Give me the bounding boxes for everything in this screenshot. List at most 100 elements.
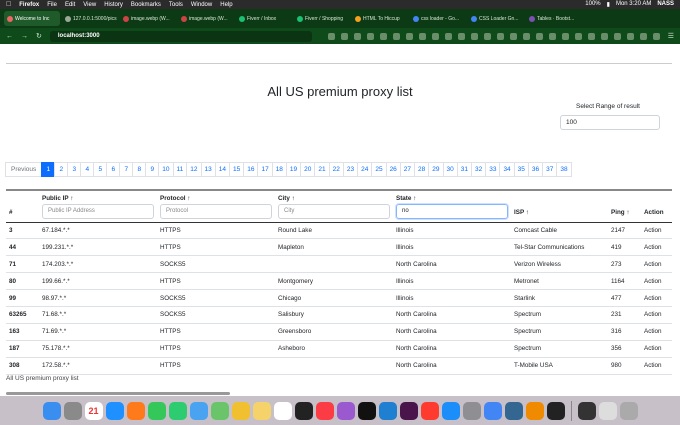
pagination-page[interactable]: 23 xyxy=(342,162,359,177)
mail-icon[interactable] xyxy=(189,401,208,420)
notes-icon[interactable] xyxy=(252,401,271,420)
menu-view[interactable]: View xyxy=(83,2,96,8)
terminal-icon[interactable] xyxy=(546,401,565,420)
col-city[interactable]: City ↑ City xyxy=(275,192,393,223)
pagination-page[interactable]: 19 xyxy=(285,162,302,177)
menu-edit[interactable]: Edit xyxy=(65,2,75,8)
cell-action[interactable]: Action xyxy=(641,255,672,274)
calendar-icon[interactable]: 21 xyxy=(84,401,103,420)
col-state[interactable]: State ↑ no xyxy=(393,192,511,223)
podcasts-icon[interactable] xyxy=(336,401,355,420)
cell-action[interactable]: Action xyxy=(641,272,672,291)
reminders-icon[interactable] xyxy=(273,401,292,420)
menu-firefox[interactable]: Firefox xyxy=(19,2,39,8)
cell-action[interactable]: Action xyxy=(641,289,672,307)
url-bar[interactable]: localhost:3000 xyxy=(49,30,312,42)
extension-icon[interactable] xyxy=(496,32,504,40)
browser-tab[interactable]: 127.0.0.1:5000/pics xyxy=(62,11,118,26)
pagination-page[interactable]: 36 xyxy=(527,162,544,177)
protocol-filter-input[interactable]: Protocol xyxy=(160,203,272,219)
pagination-page[interactable]: 3 xyxy=(67,162,82,177)
extension-icon[interactable] xyxy=(639,32,647,40)
browser-tab[interactable]: CSS Loader Gn... xyxy=(468,11,524,26)
vscode-icon[interactable] xyxy=(378,401,397,420)
browser-tab[interactable]: Fiverr / Inbox xyxy=(236,11,292,26)
table-row[interactable]: 163 71.69.*.* HTTPS Greensboro North Carolin… xyxy=(6,323,672,341)
table-row[interactable]: 99 98.97.*.* SOCKS5 Chicago Illinois Starlink… xyxy=(6,289,672,307)
pagination-page[interactable]: 1 xyxy=(41,162,56,177)
menu-window[interactable]: Window xyxy=(191,2,212,8)
documents-icon[interactable] xyxy=(598,401,617,420)
table-row[interactable]: 80 199.66.*.* HTTPS Montgomery Illinois Metro… xyxy=(6,272,672,291)
pagination-page[interactable]: 33 xyxy=(485,162,501,177)
firefox-icon[interactable] xyxy=(126,401,145,420)
table-row[interactable]: 63265 71.68.*.* SOCKS5 Salisbury North Carol… xyxy=(6,306,672,324)
extension-icon[interactable] xyxy=(561,32,569,40)
pagination-page[interactable]: 28 xyxy=(414,162,430,177)
col-protocol-label[interactable]: Protocol ↑ xyxy=(160,195,272,202)
pagination-page[interactable]: 6 xyxy=(106,162,121,177)
menu-tools[interactable]: Tools xyxy=(169,2,183,8)
extension-icon[interactable] xyxy=(652,32,660,40)
col-isp-label[interactable]: ISP ↑ xyxy=(514,209,605,216)
table-row[interactable]: 71 174.203.*.* SOCKS5 North Carolina Verizon… xyxy=(6,255,672,274)
ip-filter-input[interactable]: Public IP Address xyxy=(42,203,154,219)
stocks-icon[interactable] xyxy=(294,401,313,420)
trash-icon[interactable] xyxy=(619,401,638,420)
col-ping[interactable]: Ping ↑ xyxy=(608,192,641,223)
extension-icon[interactable] xyxy=(509,32,517,40)
back-icon[interactable]: ← xyxy=(6,33,13,40)
user-name[interactable]: NASS xyxy=(657,1,674,8)
pagination-page[interactable]: 9 xyxy=(145,162,160,177)
browser-tab[interactable]: HTML To Hiccup xyxy=(352,11,408,26)
table-row[interactable]: 308 172.58.*.* HTTPS North Carolina T-Mobile… xyxy=(6,357,672,375)
pagination-page[interactable]: 22 xyxy=(328,162,344,177)
clock[interactable]: Mon 3:20 AM xyxy=(616,1,651,8)
menu-history[interactable]: History xyxy=(104,2,123,8)
city-filter-input[interactable]: City xyxy=(278,203,390,219)
extension-icon[interactable] xyxy=(470,32,478,40)
extension-icon[interactable] xyxy=(392,32,400,40)
browser-tab[interactable]: Tables · Bootst... xyxy=(526,11,582,26)
pgadmin-icon[interactable] xyxy=(504,401,523,420)
extension-icon[interactable] xyxy=(405,32,413,40)
slack-icon[interactable] xyxy=(399,401,418,420)
extension-icon[interactable] xyxy=(327,32,335,40)
pagination-page[interactable]: 8 xyxy=(132,162,147,177)
extension-icon[interactable] xyxy=(340,32,348,40)
pagination-page[interactable]: 13 xyxy=(200,162,216,177)
pagination-page[interactable]: 31 xyxy=(456,162,472,177)
maps-icon[interactable] xyxy=(210,401,229,420)
col-ip-label[interactable]: Public IP ↑ xyxy=(42,195,154,202)
activity-monitor-icon[interactable] xyxy=(577,401,596,420)
cell-action[interactable]: Action xyxy=(641,323,672,341)
battery-icon[interactable]: ▮ xyxy=(607,1,610,8)
pagination-page[interactable]: 14 xyxy=(214,162,230,177)
extension-icon[interactable] xyxy=(418,32,426,40)
extension-icon[interactable] xyxy=(444,32,452,40)
forward-icon[interactable]: → xyxy=(21,33,28,40)
pagination-page[interactable]: 38 xyxy=(556,162,572,177)
extension-icon[interactable] xyxy=(548,32,556,40)
extension-icon[interactable] xyxy=(457,32,465,40)
pagination-page[interactable]: 34 xyxy=(499,162,515,177)
pagination-page[interactable]: 4 xyxy=(80,162,95,177)
extension-icon[interactable] xyxy=(379,32,387,40)
pagination-page[interactable]: 32 xyxy=(470,162,487,177)
extension-icon[interactable] xyxy=(366,32,374,40)
pagination-page[interactable]: 10 xyxy=(158,162,174,177)
extension-icon[interactable] xyxy=(587,32,595,40)
pagination-page[interactable]: 37 xyxy=(542,162,558,177)
extension-icon[interactable] xyxy=(535,32,543,40)
browser-tab[interactable]: Welcome to Inc xyxy=(4,11,60,26)
table-row[interactable]: 187 75.178.*.* HTTPS Asheboro North Carolina… xyxy=(6,340,672,358)
browser-tab[interactable]: image.webp (W... xyxy=(178,11,234,26)
cell-action[interactable]: Action xyxy=(641,306,672,324)
browser-tab[interactable]: Fiverr / Shopping xyxy=(294,11,350,26)
reload-icon[interactable]: ↻ xyxy=(36,32,42,40)
pagination-page[interactable]: 18 xyxy=(271,162,287,177)
music-icon[interactable] xyxy=(315,401,334,420)
pagination-page[interactable]: 24 xyxy=(357,162,373,177)
cell-action[interactable]: Action xyxy=(641,238,672,257)
menu-file[interactable]: File xyxy=(47,2,57,8)
